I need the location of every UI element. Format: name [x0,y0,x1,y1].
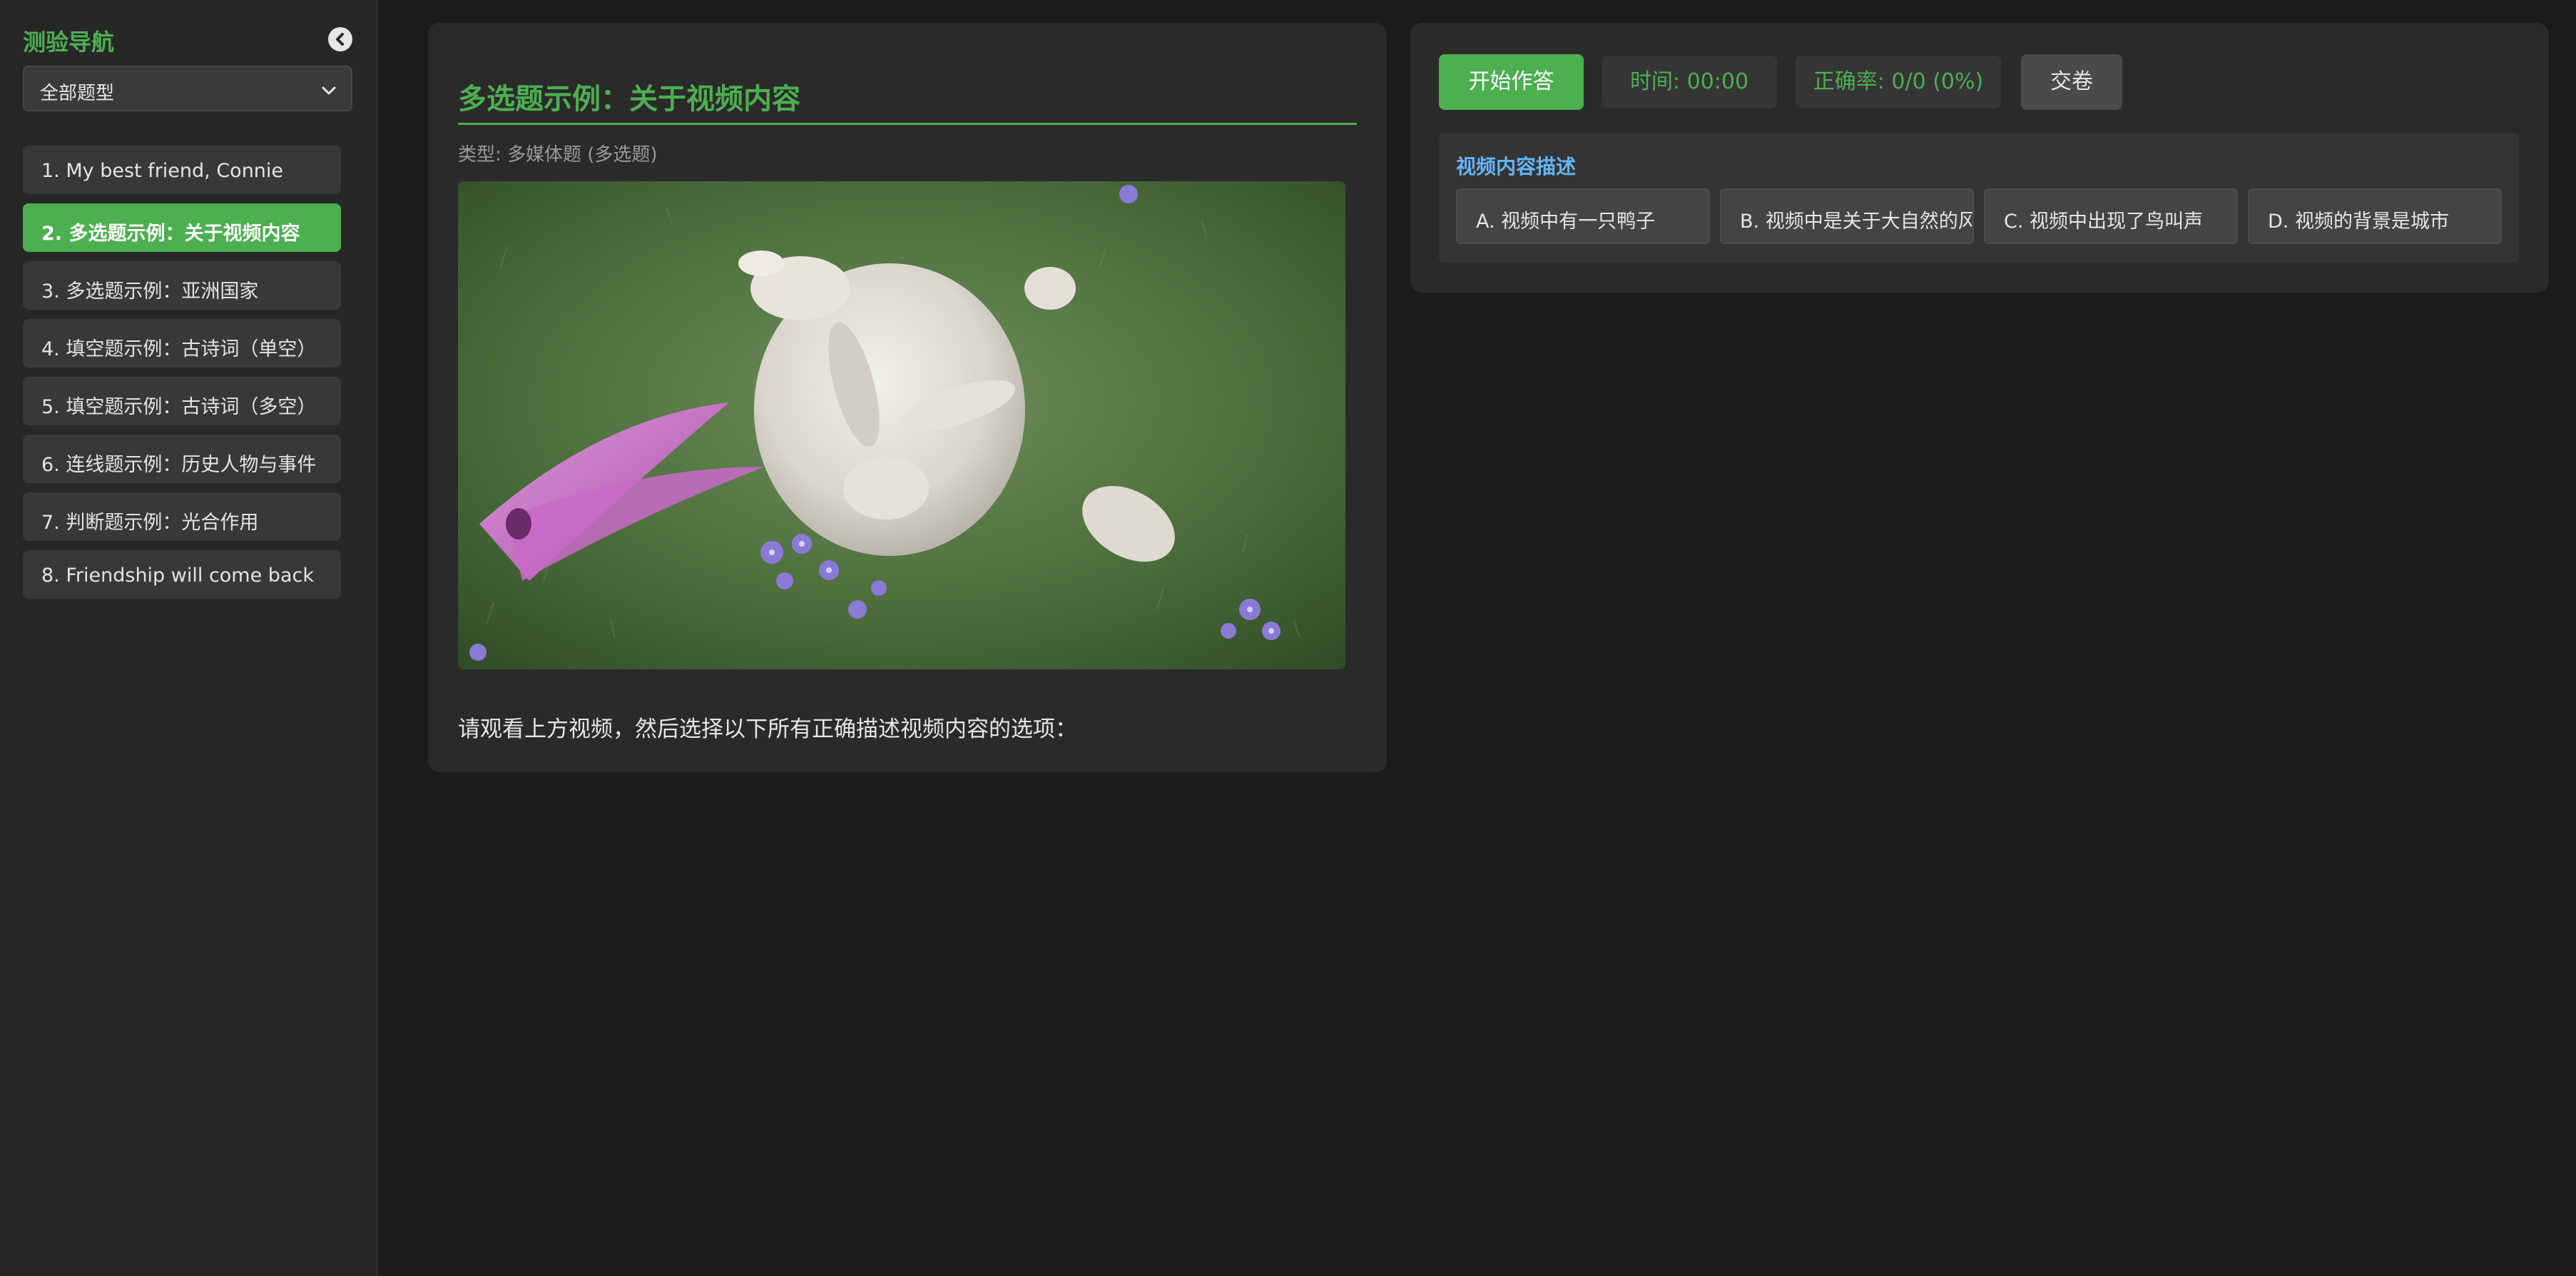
nav-item-6[interactable]: 6. 连线题示例：历史人物与事件 [23,435,341,483]
nav-item-2[interactable]: 2. 多选题示例：关于视频内容 [23,203,341,252]
nav-item-1[interactable]: 1. My best friend, Connie [23,146,341,194]
nav-item-7[interactable]: 7. 判断题示例：光合作用 [23,492,341,541]
collapse-sidebar-button[interactable] [328,27,352,51]
question-title: 多选题示例：关于视频内容 [458,83,800,116]
accuracy-display: 正确率: 0/0 (0%) [1796,56,2001,108]
question-prompt: 请观看上方视频，然后选择以下所有正确描述视频内容的选项： [458,717,1077,742]
question-type-select[interactable]: 全部题型 [23,66,352,111]
chevron-down-icon [322,86,336,95]
options-group-title: 视频内容描述 [1456,155,1577,178]
timer-display: 时间: 00:00 [1602,56,1777,108]
quiz-app: 测验导航 全部题型 1. My best friend, Connie 2. 多… [0,0,2576,1276]
option-b[interactable]: B. 视频中是关于大自然的风景 [1720,188,1974,244]
question-type-selected: 全部题型 [40,83,115,104]
nav-item-8[interactable]: 8. Friendship will come back [23,550,341,599]
title-divider [458,123,1357,125]
options-row: A. 视频中有一只鸭子 B. 视频中是关于大自然的风景 C. 视频中出现了鸟叫声… [1456,188,2502,244]
start-answer-button[interactable]: 开始作答 [1439,54,1584,110]
option-d[interactable]: D. 视频的背景是城市 [2248,188,2502,244]
option-a[interactable]: A. 视频中有一只鸭子 [1456,188,1710,244]
sidebar: 测验导航 全部题型 1. My best friend, Connie 2. 多… [0,0,378,1276]
chevron-left-icon [336,33,344,46]
video-player[interactable] [458,181,1345,669]
question-type: 类型: 多媒体题 (多选题) [458,144,658,166]
question-card: 多选题示例：关于视频内容 类型: 多媒体题 (多选题) 请观看上方视频，然后选择… [428,23,1387,772]
option-c[interactable]: C. 视频中出现了鸟叫声 [1984,188,2238,244]
nav-item-4[interactable]: 4. 填空题示例：古诗词（单空） [23,319,341,368]
submit-exam-button[interactable]: 交卷 [2021,54,2122,110]
answer-card: 开始作答 时间: 00:00 正确率: 0/0 (0%) 交卷 视频内容描述 A… [1410,23,2549,293]
options-group: 视频内容描述 A. 视频中有一只鸭子 B. 视频中是关于大自然的风景 C. 视频… [1439,133,2519,263]
nav-item-3[interactable]: 3. 多选题示例：亚洲国家 [23,261,341,310]
nav-item-5[interactable]: 5. 填空题示例：古诗词（多空） [23,377,341,425]
sidebar-title: 测验导航 [23,29,115,56]
video-frame [458,181,1345,669]
question-nav-list: 1. My best friend, Connie 2. 多选题示例：关于视频内… [23,146,341,608]
